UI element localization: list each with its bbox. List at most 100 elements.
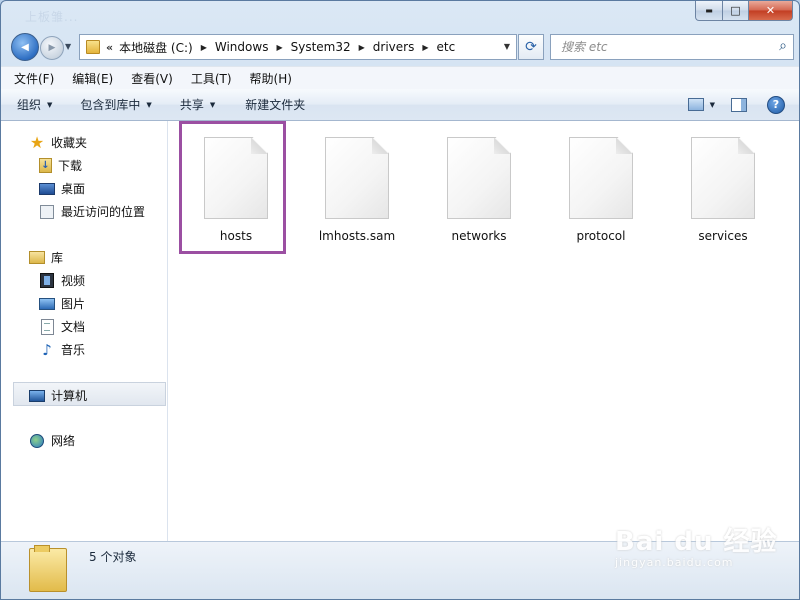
caption-buttons: ▬ □ ✕ xyxy=(695,1,793,21)
refresh-button[interactable]: ⟳ xyxy=(518,34,544,60)
file-item-networks[interactable]: networks xyxy=(425,131,533,251)
file-list: hosts lmhosts.sam networks protocol serv… xyxy=(168,121,799,541)
file-name: protocol xyxy=(576,229,626,243)
file-icon xyxy=(691,137,755,219)
change-view-icon[interactable] xyxy=(687,98,704,111)
maximize-button[interactable]: □ xyxy=(723,1,749,21)
menu-bar: 文件(F) 编辑(E) 查看(V) 工具(T) 帮助(H) xyxy=(1,66,799,90)
recent-places-icon xyxy=(40,204,54,219)
organize-label: 组织 xyxy=(17,98,42,112)
back-arrow-icon: ◀ xyxy=(21,41,29,53)
document-icon xyxy=(40,318,54,335)
breadcrumb-separator-icon[interactable]: ▶ xyxy=(201,43,207,52)
sidebar-item-music[interactable]: ♪ 音乐 xyxy=(39,340,86,359)
file-item-protocol[interactable]: protocol xyxy=(547,131,655,251)
sidebar-item-label: 网络 xyxy=(51,434,76,448)
menu-view[interactable]: 查看(V) xyxy=(126,70,178,87)
sidebar-item-network[interactable]: 网络 xyxy=(29,432,75,449)
breadcrumb-drivers[interactable]: drivers xyxy=(373,40,415,54)
file-icon xyxy=(447,137,511,219)
sidebar-item-label: 文档 xyxy=(61,320,86,334)
file-icon xyxy=(569,137,633,219)
sidebar-item-documents[interactable]: 文档 xyxy=(39,318,85,335)
sidebar-item-desktop[interactable]: 桌面 xyxy=(39,180,85,197)
breadcrumb-etc[interactable]: etc xyxy=(437,40,456,54)
new-folder-button[interactable]: 新建文件夹 xyxy=(245,96,305,113)
sidebar-item-libraries[interactable]: 库 xyxy=(29,249,63,266)
close-button[interactable]: ✕ xyxy=(749,1,793,21)
breadcrumb-separator-icon[interactable]: ▶ xyxy=(276,43,282,52)
refresh-icon: ⟳ xyxy=(525,39,537,55)
minimize-button[interactable]: ▬ xyxy=(695,1,723,21)
folder-icon xyxy=(86,40,100,54)
explorer-window: 上板雏... ▬ □ ✕ ◀ ▶ ▼ « 本地磁盘 (C:) ▶ Windows… xyxy=(0,0,800,600)
search-icon[interactable]: ⌕ xyxy=(779,38,787,54)
sidebar-item-label: 计算机 xyxy=(51,389,88,403)
menu-tools[interactable]: 工具(T) xyxy=(186,70,237,87)
file-name: networks xyxy=(451,229,507,243)
menu-file[interactable]: 文件(F) xyxy=(9,70,59,87)
sidebar-item-label: 音乐 xyxy=(61,343,86,357)
file-item-lmhosts-sam[interactable]: lmhosts.sam xyxy=(303,131,411,251)
file-name: services xyxy=(698,229,748,243)
breadcrumb-separator-icon[interactable]: ▶ xyxy=(359,43,365,52)
forward-button[interactable]: ▶ xyxy=(40,36,64,60)
network-icon xyxy=(30,433,44,448)
view-options-dropdown-icon[interactable]: ▼ xyxy=(710,101,715,109)
sidebar-item-recent-places[interactable]: 最近访问的位置 xyxy=(39,203,145,220)
share-label: 共享 xyxy=(179,98,204,112)
address-bar[interactable]: « 本地磁盘 (C:) ▶ Windows ▶ System32 ▶ drive… xyxy=(79,34,517,60)
help-icon[interactable]: ? xyxy=(767,95,785,114)
file-name: lmhosts.sam xyxy=(318,229,396,243)
breadcrumb-separator-icon[interactable]: ▶ xyxy=(422,43,428,52)
sidebar-item-pictures[interactable]: 图片 xyxy=(39,295,85,312)
maximize-icon: □ xyxy=(730,4,741,17)
breadcrumb-windows[interactable]: Windows xyxy=(215,40,269,54)
share-button[interactable]: 共享 ▼ xyxy=(180,96,215,113)
details-pane: 5 个对象 xyxy=(1,541,799,599)
file-name: hosts xyxy=(219,229,253,243)
search-input[interactable] xyxy=(559,39,763,55)
downloads-folder-icon: ↓ xyxy=(39,158,52,173)
sidebar-item-videos[interactable]: 视频 xyxy=(39,272,85,289)
menu-edit[interactable]: 编辑(E) xyxy=(67,70,118,87)
library-icon xyxy=(29,251,45,264)
overflow-chevron-icon[interactable]: « xyxy=(106,41,113,54)
file-item-services[interactable]: services xyxy=(669,131,777,251)
sidebar-item-label: 视频 xyxy=(61,274,86,288)
preview-pane-icon[interactable] xyxy=(731,97,747,112)
navigation-bar: ◀ ▶ ▼ « 本地磁盘 (C:) ▶ Windows ▶ System32 ▶… xyxy=(1,30,799,64)
sidebar-item-label: 桌面 xyxy=(61,182,86,196)
sidebar-item-computer[interactable]: 计算机 xyxy=(29,387,87,404)
view-controls: ▼ ? xyxy=(687,89,799,120)
command-bar: 组织 ▼ 包含到库中 ▼ 共享 ▼ 新建文件夹 ▼ ? xyxy=(1,89,799,121)
sidebar-item-label: 下载 xyxy=(58,159,83,173)
sidebar-item-label: 图片 xyxy=(61,297,86,311)
sidebar-item-downloads[interactable]: ↓ 下载 xyxy=(39,157,82,174)
breadcrumb-local-disk[interactable]: 本地磁盘 (C:) xyxy=(119,39,193,56)
file-icon xyxy=(325,137,389,219)
navigation-pane: ★ 收藏夹 ↓ 下载 桌面 最近访问的位置 库 视频 图片 文档 ♪ 音乐 计算… xyxy=(1,121,168,541)
include-in-library-button[interactable]: 包含到库中 ▼ xyxy=(80,96,151,113)
search-box: ⌕ xyxy=(550,34,794,60)
address-dropdown-icon[interactable]: ▼ xyxy=(498,35,516,57)
recent-pages-dropdown[interactable]: ▼ xyxy=(65,42,71,51)
minimize-icon: ▬ xyxy=(705,5,713,15)
menu-help[interactable]: 帮助(H) xyxy=(245,70,297,87)
chevron-down-icon: ▼ xyxy=(209,100,216,109)
file-icon xyxy=(204,137,268,219)
item-count: 5 个对象 xyxy=(89,550,137,564)
include-in-library-label: 包含到库中 xyxy=(80,98,141,112)
forward-arrow-icon: ▶ xyxy=(48,43,56,53)
pictures-icon xyxy=(39,297,55,310)
sidebar-item-favorites[interactable]: ★ 收藏夹 xyxy=(29,133,87,152)
back-button[interactable]: ◀ xyxy=(11,33,39,61)
organize-button[interactable]: 组织 ▼ xyxy=(17,96,52,113)
new-folder-label: 新建文件夹 xyxy=(245,98,306,112)
sidebar-item-label: 最近访问的位置 xyxy=(61,205,146,219)
desktop-icon xyxy=(39,182,55,195)
music-note-icon: ♪ xyxy=(42,340,52,359)
file-item-hosts[interactable]: hosts xyxy=(182,131,290,251)
close-icon: ✕ xyxy=(765,4,776,17)
breadcrumb-system32[interactable]: System32 xyxy=(291,40,351,54)
